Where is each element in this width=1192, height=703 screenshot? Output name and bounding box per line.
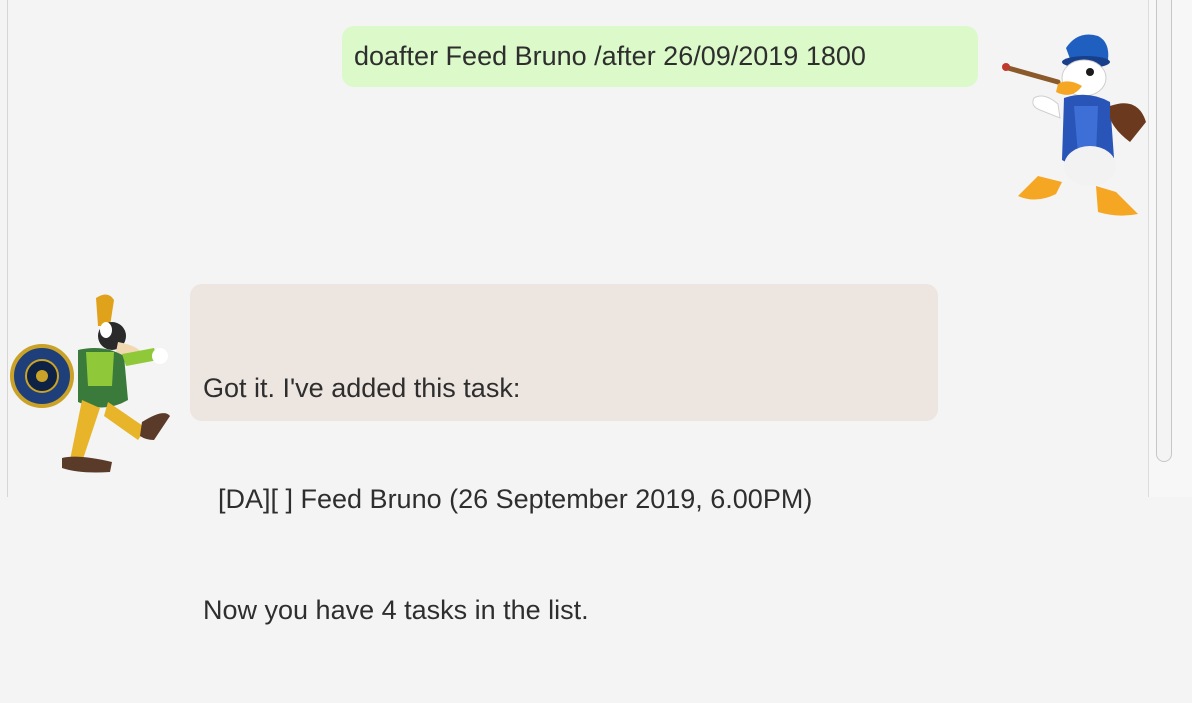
scrollbar-thumb[interactable] <box>1156 0 1172 462</box>
user-avatar-donald-duck-icon <box>1002 34 1146 216</box>
bot-avatar-goofy-icon <box>10 294 170 473</box>
bot-message-line-3: Now you have 4 tasks in the list. <box>203 595 589 625</box>
chat-dialog-container[interactable]: doafter Feed Bruno /after 26/09/2019 180… <box>8 0 1148 625</box>
window-left-edge <box>0 0 8 497</box>
user-message-bubble: doafter Feed Bruno /after 26/09/2019 180… <box>342 26 978 87</box>
vertical-scrollbar[interactable] <box>1148 0 1192 497</box>
bot-message-bubble: Got it. I've added this task: [DA][ ] Fe… <box>190 284 938 625</box>
bot-message-line-1: Got it. I've added this task: <box>203 373 521 403</box>
bot-message-line-2: [DA][ ] Feed Bruno (26 September 2019, 6… <box>203 484 813 514</box>
